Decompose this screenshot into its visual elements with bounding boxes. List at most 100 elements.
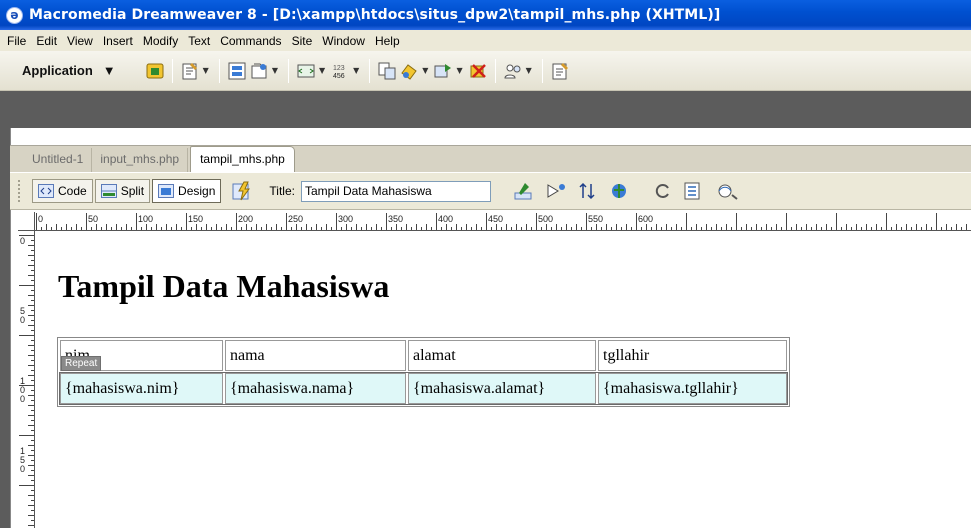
ruler-tick: [936, 213, 937, 230]
ruler-tick: [581, 227, 582, 230]
browser-check-icon[interactable]: [609, 180, 633, 202]
dynamic-cell-alamat[interactable]: {mahasiswa.alamat}: [408, 373, 596, 404]
ruler-tick: [28, 395, 34, 396]
ruler-tick: [71, 227, 72, 230]
ruler-tick: [196, 224, 197, 230]
dynamic-text-icon[interactable]: [248, 60, 270, 82]
view-options-icon[interactable]: [683, 180, 707, 202]
display-record-count-icon[interactable]: 123 456: [329, 60, 351, 82]
ruler-label: 250: [288, 214, 304, 224]
tab-tampil-mhs[interactable]: tampil_mhs.php: [190, 146, 295, 172]
ruler-tick: [681, 227, 682, 230]
ruler-tick: [691, 227, 692, 230]
ruler-tick: [31, 410, 34, 411]
dropdown-arrow-icon[interactable]: ▼: [422, 66, 428, 75]
toolbar-grip[interactable]: [18, 180, 22, 202]
toolbar-separator: [287, 58, 289, 83]
live-data-view-icon[interactable]: [231, 180, 255, 202]
dropdown-arrow-icon[interactable]: ▼: [456, 66, 462, 75]
code-view-button[interactable]: Code: [32, 179, 93, 203]
dynamic-cell-nama[interactable]: {mahasiswa.nama}: [225, 373, 406, 404]
dropdown-arrow-icon[interactable]: ▼: [319, 66, 325, 75]
page-heading[interactable]: Tampil Data Mahasiswa: [58, 268, 389, 305]
ruler-tick: [96, 224, 97, 230]
ruler-label: 0: [38, 214, 44, 224]
repeat-region-row[interactable]: {mahasiswa.nim} {mahasiswa.nama} {mahasi…: [59, 372, 788, 405]
repeated-region-icon[interactable]: [226, 60, 248, 82]
ruler-tick: [126, 224, 127, 230]
ruler-tick: [941, 227, 942, 230]
ruler-tick: [786, 213, 787, 230]
menu-window[interactable]: Window: [317, 34, 370, 48]
menu-insert[interactable]: Insert: [98, 34, 138, 48]
recordset-icon[interactable]: [144, 60, 166, 82]
user-authentication-icon[interactable]: [502, 60, 524, 82]
ruler-tick: [831, 227, 832, 230]
dropdown-arrow-icon[interactable]: ▼: [272, 66, 278, 75]
header-cell-alamat[interactable]: alamat: [408, 340, 596, 371]
ruler-tick: [28, 445, 34, 446]
ruler-origin[interactable]: [18, 212, 35, 231]
dynamic-cell-tgllahir[interactable]: {mahasiswa.tgllahir}: [598, 373, 787, 404]
design-canvas[interactable]: Tampil Data Mahasiswa nim nama alamat tg…: [36, 232, 971, 528]
split-view-button[interactable]: Split: [94, 179, 151, 203]
dynamic-cell-nim[interactable]: {mahasiswa.nim}: [60, 373, 223, 404]
tab-input-mhs[interactable]: input_mhs.php: [92, 148, 189, 172]
preview-in-browser-icon[interactable]: [545, 180, 569, 202]
ruler-tick: [426, 224, 427, 230]
ruler-tick: [286, 213, 287, 230]
menu-file[interactable]: File: [2, 34, 31, 48]
ruler-tick: [31, 450, 34, 451]
menu-help[interactable]: Help: [370, 34, 405, 48]
ruler-tick: [356, 224, 357, 230]
menu-commands[interactable]: Commands: [215, 34, 286, 48]
server-behavior-icon[interactable]: [179, 60, 201, 82]
master-detail-icon[interactable]: [376, 60, 398, 82]
ruler-tick: [401, 227, 402, 230]
ruler-tick: [421, 227, 422, 230]
visual-aids-icon[interactable]: [715, 180, 739, 202]
xslt-transformation-icon[interactable]: [549, 60, 571, 82]
header-cell-nama[interactable]: nama: [225, 340, 406, 371]
ruler-tick: [616, 224, 617, 230]
ruler-tick: [801, 227, 802, 230]
ruler-label: 100: [138, 214, 154, 224]
design-view-button[interactable]: Design: [152, 179, 222, 203]
file-management-icon[interactable]: [513, 180, 537, 202]
ruler-tick: [266, 224, 267, 230]
title-input[interactable]: [300, 180, 491, 202]
update-record-icon[interactable]: [432, 60, 454, 82]
header-cell-tgllahir[interactable]: tgllahir: [598, 340, 787, 371]
ruler-tick: [216, 224, 217, 230]
dropdown-arrow-icon[interactable]: ▼: [353, 66, 359, 75]
ruler-tick: [646, 224, 647, 230]
menu-text[interactable]: Text: [183, 34, 215, 48]
menu-edit[interactable]: Edit: [31, 34, 62, 48]
refresh-icon[interactable]: [651, 180, 675, 202]
ruler-tick: [636, 213, 637, 230]
ruler-tick: [661, 227, 662, 230]
workspace-menu[interactable]: Application ▼: [22, 63, 116, 78]
ruler-tick: [31, 400, 34, 401]
ruler-tick: [731, 227, 732, 230]
ruler-label: 150: [188, 214, 204, 224]
delete-record-icon[interactable]: [467, 60, 489, 82]
debug-icon[interactable]: [577, 180, 601, 202]
menu-modify[interactable]: Modify: [138, 34, 183, 48]
table-header-row[interactable]: nim nama alamat tgllahir: [60, 340, 787, 371]
mahasiswa-table[interactable]: nim nama alamat tgllahir {mahasiswa.nim}…: [57, 337, 790, 407]
ruler-tick: [776, 224, 777, 230]
insert-record-icon[interactable]: [398, 60, 420, 82]
menu-site[interactable]: Site: [287, 34, 318, 48]
dropdown-arrow-icon[interactable]: ▼: [526, 66, 532, 75]
ruler-tick: [861, 227, 862, 230]
ruler-tick: [31, 500, 34, 501]
menu-view[interactable]: View: [62, 34, 98, 48]
dropdown-arrow-icon[interactable]: ▼: [203, 66, 209, 75]
ruler-tick: [31, 460, 34, 461]
ruler-tick: [31, 440, 34, 441]
ruler-tick: [946, 224, 947, 230]
recordset-paging-icon[interactable]: [295, 60, 317, 82]
repeat-region-tag[interactable]: Repeat: [61, 356, 102, 371]
tab-untitled-1[interactable]: Untitled-1: [24, 148, 93, 172]
